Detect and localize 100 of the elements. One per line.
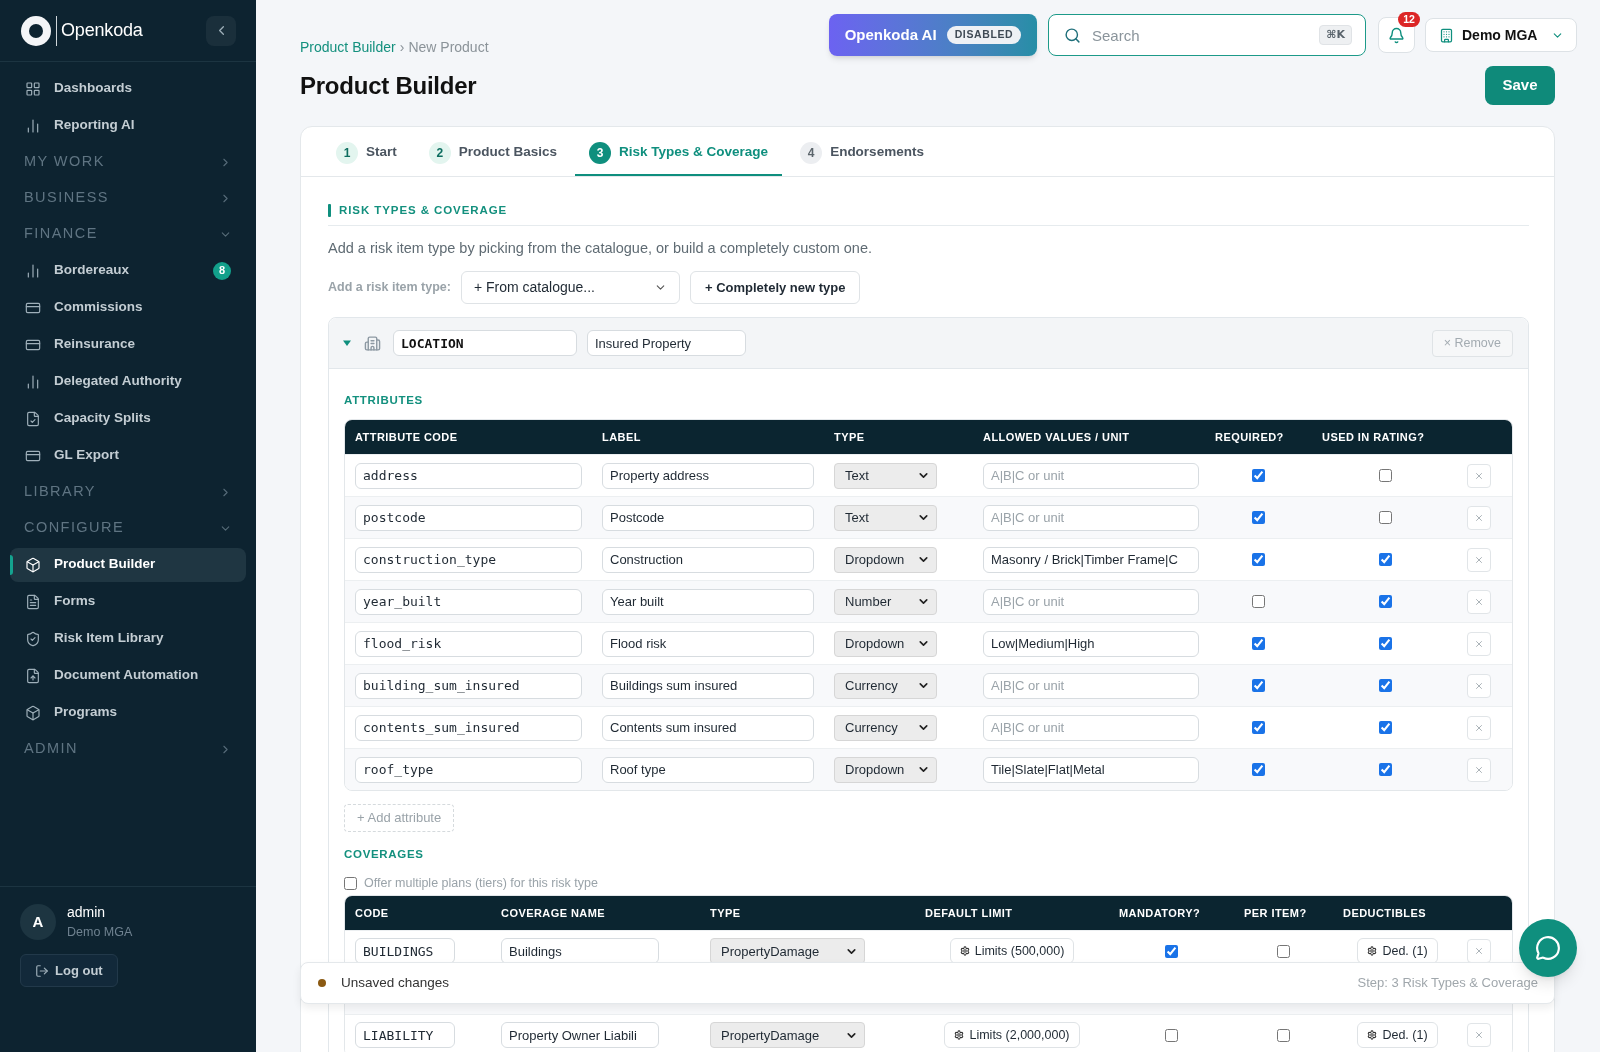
allowed-values-field[interactable]: Low|Medium|High <box>983 630 1199 657</box>
close-icon <box>1474 680 1484 691</box>
nav-item[interactable]: Reinsurance <box>10 327 246 362</box>
step-indicator: Step: 3 Risk Types & Coverage <box>1357 974 1538 993</box>
attribute-type-select[interactable]: Currency <box>834 672 937 699</box>
attribute-code-field[interactable]: roof_type <box>355 756 582 783</box>
attribute-type-select[interactable]: Dropdown <box>834 546 937 573</box>
coverage-type-select[interactable]: PropertyDamage <box>710 1022 865 1049</box>
wizard-tab[interactable]: 1 Start <box>322 127 411 176</box>
nav-item[interactable]: Programs <box>10 695 246 730</box>
wizard-tab[interactable]: 4 Endorsements <box>786 127 938 176</box>
nav-item[interactable]: Dashboards <box>10 71 246 106</box>
rating-checkbox[interactable] <box>1378 637 1392 650</box>
nav-item[interactable]: Capacity Splits <box>10 401 246 436</box>
per-item-checkbox[interactable] <box>1277 1028 1290 1042</box>
required-checkbox[interactable] <box>1252 637 1265 650</box>
attribute-label-field[interactable]: Roof type <box>602 756 814 783</box>
limits-button[interactable]: Limits (2,000,000) <box>944 1022 1080 1049</box>
rating-checkbox[interactable] <box>1378 469 1392 482</box>
attribute-label-field[interactable]: Contents sum insured <box>602 714 814 741</box>
coverage-type-select[interactable]: PropertyDamage <box>710 938 865 965</box>
attribute-code-field[interactable]: building_sum_insured <box>355 672 582 699</box>
required-checkbox[interactable] <box>1252 595 1265 608</box>
allowed-values-field[interactable]: Masonry / Brick|Timber Frame|C <box>983 546 1199 573</box>
type-code-field[interactable]: LOCATION <box>393 330 577 356</box>
type-name-field[interactable]: Insured Property <box>587 330 746 356</box>
allowed-values-field[interactable]: A|B|C or unit <box>983 588 1199 615</box>
attribute-code-field[interactable]: flood_risk <box>355 630 582 657</box>
allowed-values-field[interactable]: A|B|C or unit <box>983 714 1199 741</box>
coverage-name-field[interactable]: Buildings <box>501 938 659 965</box>
coverage-name-field[interactable]: Property Owner Liabili <box>501 1022 659 1049</box>
allowed-values-field[interactable]: A|B|C or unit <box>983 504 1199 531</box>
attribute-label-field[interactable]: Year built <box>602 588 814 615</box>
attribute-label-field[interactable]: Flood risk <box>602 630 814 657</box>
gear-icon <box>1367 1030 1378 1041</box>
save-button[interactable]: Save <box>1485 66 1555 105</box>
chat-button[interactable] <box>1519 919 1577 977</box>
rating-checkbox[interactable] <box>1378 595 1392 608</box>
attribute-code-field[interactable]: construction_type <box>355 546 582 573</box>
nav-item[interactable]: Commissions <box>10 290 246 325</box>
user-name: admin <box>67 904 107 922</box>
shortcut-hint: ⌘K <box>1319 25 1352 45</box>
logout-button[interactable]: Log out <box>20 954 118 988</box>
nav-item[interactable]: Reporting AI <box>10 108 246 143</box>
attribute-type-select[interactable]: Dropdown <box>834 756 937 783</box>
catalogue-select[interactable]: + From catalogue... <box>460 271 680 304</box>
allowed-values-field[interactable]: A|B|C or unit <box>983 672 1199 699</box>
deductibles-button[interactable]: Ded. (1) <box>1357 1022 1438 1049</box>
ai-assistant-button[interactable]: Openkoda AI DISABLED <box>829 14 1037 56</box>
rating-checkbox[interactable] <box>1378 679 1392 692</box>
new-type-button[interactable]: + Completely new type <box>689 271 861 304</box>
required-checkbox[interactable] <box>1252 469 1265 482</box>
limits-button[interactable]: Limits (500,000) <box>949 938 1075 965</box>
required-checkbox[interactable] <box>1252 511 1265 524</box>
wizard-tab[interactable]: 2 Product Basics <box>414 127 572 176</box>
attribute-code-field[interactable]: contents_sum_insured <box>355 714 582 741</box>
rating-checkbox[interactable] <box>1378 511 1392 524</box>
allowed-values-field[interactable]: A|B|C or unit <box>983 462 1199 489</box>
coverage-code-field[interactable]: LIABILITY <box>355 1022 455 1049</box>
mandatory-checkbox[interactable] <box>1165 1028 1178 1042</box>
attribute-label-field[interactable]: Buildings sum insured <box>602 672 814 699</box>
attribute-type-select[interactable]: Dropdown <box>834 630 937 657</box>
attribute-code-field[interactable]: address <box>355 462 582 489</box>
rating-checkbox[interactable] <box>1378 763 1392 776</box>
attribute-label-field[interactable]: Postcode <box>602 504 814 531</box>
rating-checkbox[interactable] <box>1378 721 1392 734</box>
deductibles-button[interactable]: Ded. (1) <box>1357 938 1438 965</box>
breadcrumb-link[interactable]: Product Builder <box>300 37 396 58</box>
attribute-type-select[interactable]: Text <box>834 504 937 531</box>
attribute-label-field[interactable]: Construction <box>602 546 814 573</box>
allowed-values-field[interactable]: Tile|Slate|Flat|Metal <box>983 756 1199 783</box>
mandatory-checkbox[interactable] <box>1165 944 1178 958</box>
logo-icon <box>21 15 51 46</box>
nav-item[interactable]: Document Automation <box>10 658 246 693</box>
attribute-code-field[interactable]: year_built <box>355 588 582 615</box>
required-checkbox[interactable] <box>1252 679 1265 692</box>
attribute-type-select[interactable]: Number <box>834 588 937 615</box>
required-checkbox[interactable] <box>1252 721 1265 734</box>
attribute-type-select[interactable]: Text <box>834 462 937 489</box>
nav-item[interactable]: Forms <box>10 584 246 619</box>
count-badge: 8 <box>213 261 231 280</box>
tiers-checkbox[interactable] <box>344 876 357 890</box>
wizard-tab[interactable]: 3 Risk Types & Coverage <box>575 127 783 176</box>
nav-item[interactable]: GL Export <box>10 438 246 473</box>
attribute-code-field[interactable]: postcode <box>355 504 582 531</box>
rating-checkbox[interactable] <box>1378 553 1392 566</box>
organization-switcher[interactable]: Demo MGA <box>1425 18 1577 52</box>
required-checkbox[interactable] <box>1252 763 1265 776</box>
per-item-checkbox[interactable] <box>1277 944 1290 958</box>
logo-text: Openkoda <box>61 19 143 42</box>
coverage-code-field[interactable]: BUILDINGS <box>355 938 455 965</box>
attribute-label-field[interactable]: Property address <box>602 462 814 489</box>
required-checkbox[interactable] <box>1252 553 1265 566</box>
caret-down-icon[interactable] <box>343 339 351 347</box>
nav-item[interactable]: Risk Item Library <box>10 621 246 656</box>
collapse-button[interactable] <box>206 15 236 46</box>
nav-item[interactable]: Delegated Authority <box>10 364 246 399</box>
attribute-type-select[interactable]: Currency <box>834 714 937 741</box>
nav-item[interactable]: Bordereaux 8 <box>10 253 246 288</box>
nav-item[interactable]: Product Builder <box>10 547 246 582</box>
